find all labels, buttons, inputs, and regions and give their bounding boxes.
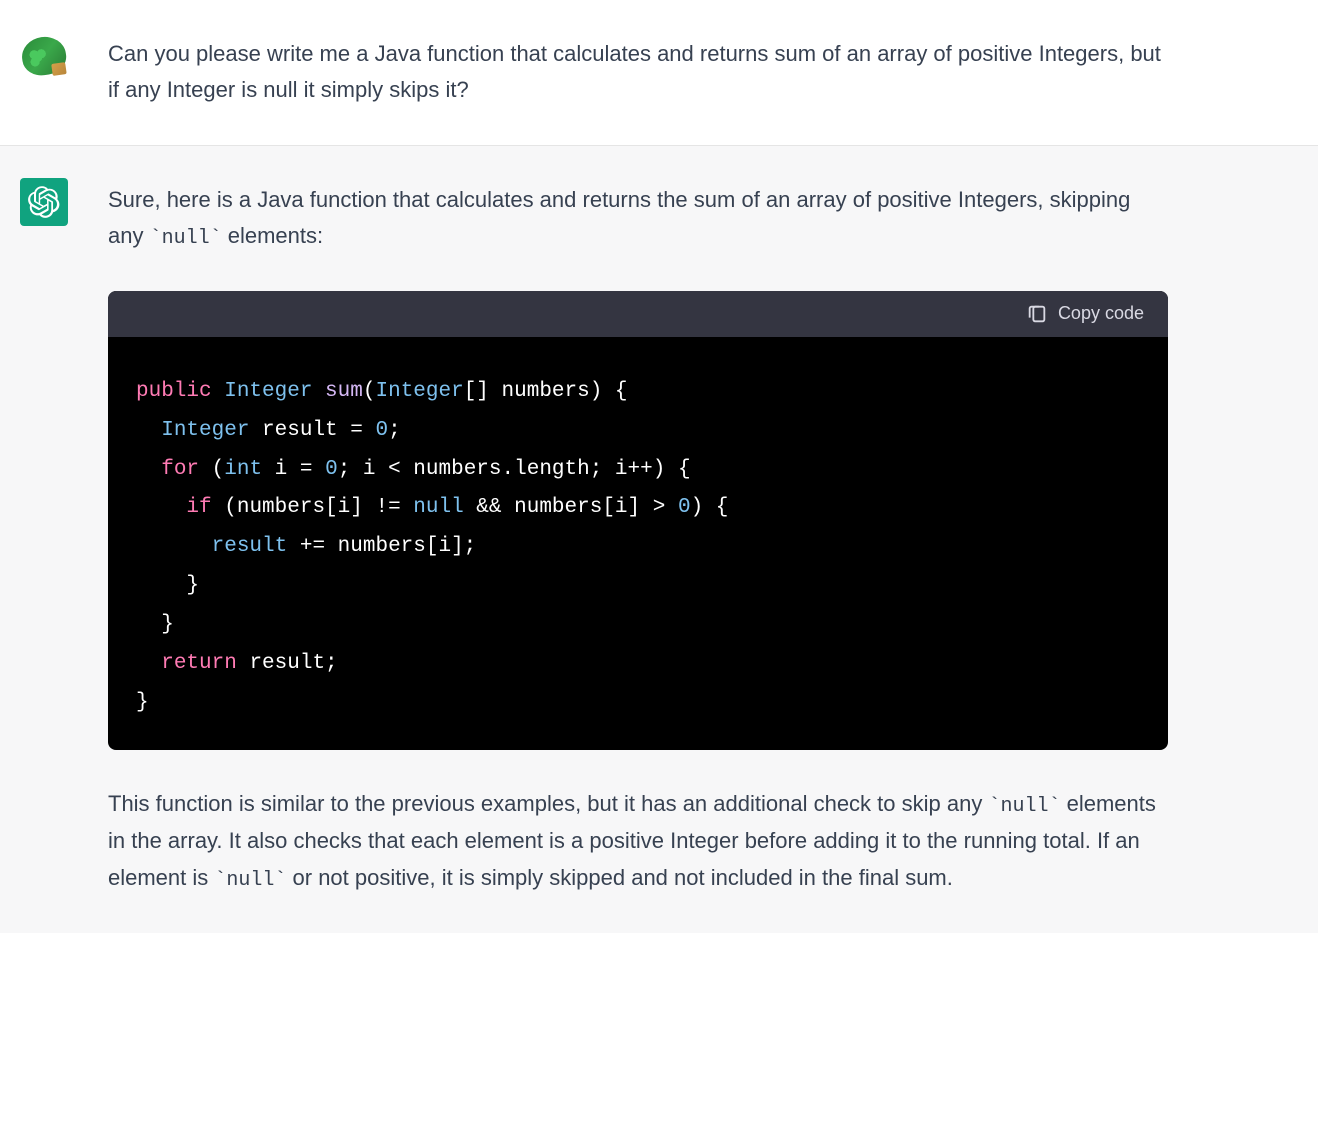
code-token: ; i < numbers.length; i++) { (338, 458, 691, 481)
intro-text-2: elements: (222, 223, 324, 248)
code-block: Copy code public Integer sum(Integer[] n… (108, 291, 1168, 751)
inline-code-null-2: `null` (988, 795, 1060, 818)
user-message-text: Can you please write me a Java function … (108, 32, 1168, 109)
inline-code-null-1: `null` (150, 227, 222, 250)
code-token: 0 (678, 496, 691, 519)
code-token: ; (388, 419, 401, 442)
assistant-message-content: Sure, here is a Java function that calcu… (108, 178, 1168, 897)
code-token: 0 (375, 419, 388, 442)
openai-logo-icon (28, 186, 60, 218)
assistant-outro-paragraph: This function is similar to the previous… (108, 786, 1168, 896)
inline-code-null-3: `null` (214, 869, 286, 892)
assistant-intro-paragraph: Sure, here is a Java function that calcu… (108, 182, 1168, 255)
code-token: Integer (161, 419, 249, 442)
code-token: return (161, 652, 237, 675)
code-block-header: Copy code (108, 291, 1168, 337)
st-patricks-badge-icon (20, 34, 68, 78)
code-token: for (161, 458, 199, 481)
code-token: int (224, 458, 262, 481)
code-token (136, 535, 212, 558)
code-token: ( (199, 458, 224, 481)
code-token (136, 496, 186, 519)
code-token: 0 (325, 458, 338, 481)
outro-text-1: This function is similar to the previous… (108, 791, 988, 816)
code-token: (numbers[i] != (212, 496, 414, 519)
user-avatar (20, 32, 68, 80)
code-token: && numbers[i] > (464, 496, 678, 519)
code-token: } (136, 691, 149, 714)
assistant-message-row: Sure, here is a Java function that calcu… (0, 146, 1318, 933)
code-token: i = (262, 458, 325, 481)
code-token: } (136, 613, 174, 636)
code-token: if (186, 496, 211, 519)
clipboard-icon (1026, 303, 1048, 325)
code-token: ( (363, 380, 376, 403)
code-token: } (136, 574, 199, 597)
code-token (136, 458, 161, 481)
copy-code-button[interactable]: Copy code (1026, 303, 1144, 325)
code-token: null (413, 496, 463, 519)
code-token: public (136, 380, 212, 403)
user-message-row: Can you please write me a Java function … (0, 0, 1318, 146)
code-token: += numbers[i]; (287, 535, 476, 558)
code-body[interactable]: public Integer sum(Integer[] numbers) { … (108, 337, 1168, 751)
code-token: ) { (691, 496, 729, 519)
code-token: result = (249, 419, 375, 442)
code-token (136, 419, 161, 442)
copy-code-label: Copy code (1058, 303, 1144, 324)
assistant-avatar (20, 178, 68, 226)
code-token: Integer (375, 380, 463, 403)
code-token: Integer (212, 380, 313, 403)
code-token: result; (237, 652, 338, 675)
code-token: sum (312, 380, 362, 403)
code-token (136, 652, 161, 675)
outro-text-3: or not positive, it is simply skipped an… (286, 865, 952, 890)
code-token: [] numbers) { (464, 380, 628, 403)
code-token: result (212, 535, 288, 558)
